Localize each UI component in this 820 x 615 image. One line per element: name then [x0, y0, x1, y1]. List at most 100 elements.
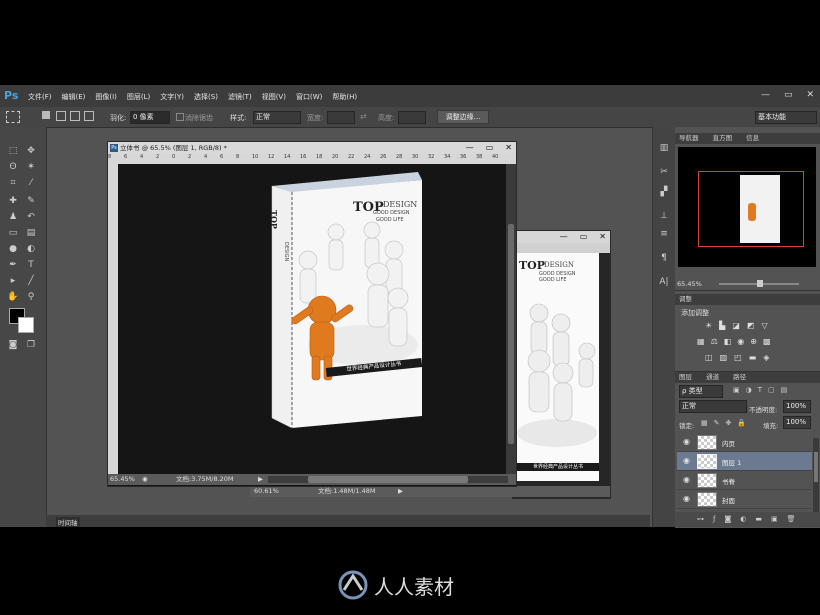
tab-channels[interactable]: 通道 [706, 373, 719, 381]
menu-edit[interactable]: 编辑(E) [62, 92, 86, 102]
marquee-icon[interactable]: ⬚ [6, 144, 20, 158]
close-button[interactable]: ✕ [806, 90, 814, 100]
vertical-scroll-thumb[interactable] [508, 224, 514, 444]
main-title-bar[interactable]: Ps 立体书 @ 65.5% (图层 1, RGB/8) * — ▭ ✕ [108, 142, 516, 154]
fill-input[interactable]: 100% [783, 416, 811, 429]
opacity-input[interactable]: 100% [783, 400, 811, 413]
menu-file[interactable]: 文件(F) [28, 92, 52, 102]
add-selection-icon[interactable] [56, 111, 66, 121]
type-icon[interactable]: T [24, 258, 38, 272]
document-window-secondary[interactable]: — ▭ ✕ TOP DESIGN GOOD DESIGN GOOD LIFE 世… [512, 230, 611, 499]
workspace-select[interactable]: 基本功能 [755, 111, 817, 124]
gradient-map-icon[interactable]: ▬ [749, 353, 757, 362]
menu-select[interactable]: 选择(S) [194, 92, 218, 102]
feather-input[interactable]: 0 像素 [130, 111, 170, 124]
magic-wand-icon[interactable]: ✶ [24, 160, 38, 174]
style-select[interactable]: 正常 [253, 111, 301, 124]
marquee-tool-icon[interactable] [6, 111, 20, 123]
menu-help[interactable]: 帮助(H) [332, 92, 357, 102]
crop-icon[interactable]: ⌗ [6, 176, 20, 190]
lock-transparency-icon[interactable]: ▦ [701, 419, 708, 427]
lock-position-icon[interactable]: ✥ [726, 419, 732, 427]
screen-mode-icon[interactable]: ❐ [24, 338, 38, 352]
paragraph-icon[interactable]: ¶ [657, 251, 671, 265]
secondary-status-arrow-icon[interactable]: ▶ [398, 486, 403, 497]
new-selection-icon[interactable] [42, 111, 50, 119]
character-icon[interactable]: A| [657, 275, 671, 289]
new-layer-icon[interactable]: ▣ [771, 515, 778, 523]
hand-icon[interactable]: ✋ [6, 290, 20, 304]
quick-mask-icon[interactable]: ◙ [6, 338, 20, 352]
menu-filter[interactable]: 滤镜(T) [228, 92, 252, 102]
fx-icon[interactable]: ƒ [713, 515, 715, 523]
move-icon[interactable]: ✥ [24, 144, 38, 158]
photo-filter-icon[interactable]: ◉ [737, 337, 744, 346]
menu-image[interactable]: 图像(I) [95, 92, 117, 102]
zoom-icon[interactable]: ⚲ [24, 290, 38, 304]
main-minimize-button[interactable]: — [466, 142, 474, 154]
navigator-zoom-slider[interactable] [719, 280, 799, 287]
minimize-button[interactable]: — [761, 90, 770, 100]
navigator-slider-handle[interactable] [757, 280, 763, 287]
layer-kind-filter[interactable]: ρ 类型 [679, 385, 723, 398]
dodge-icon[interactable]: ◐ [24, 242, 38, 256]
posterize-icon[interactable]: ▨ [720, 353, 728, 362]
menu-layer[interactable]: 图层(L) [127, 92, 150, 102]
black-white-icon[interactable]: ◧ [724, 337, 732, 346]
color-lookup-icon[interactable]: ▩ [763, 337, 771, 346]
invert-icon[interactable]: ◫ [705, 353, 713, 362]
status-info-icon[interactable]: ◉ [142, 474, 148, 485]
healing-brush-icon[interactable]: ✚ [6, 194, 20, 208]
levels-icon[interactable]: ▙ [719, 321, 725, 330]
layers-scrollbar[interactable] [813, 438, 819, 512]
horizontal-scroll-thumb[interactable] [308, 476, 468, 483]
tab-layers[interactable]: 图层 [679, 373, 692, 381]
maximize-button[interactable]: ▭ [784, 90, 793, 100]
add-mask-icon[interactable]: ◙ [724, 515, 731, 523]
blur-icon[interactable]: ● [6, 242, 20, 256]
filter-smart-icon[interactable]: ▤ [781, 386, 788, 394]
brightness-icon[interactable]: ☀ [705, 321, 712, 330]
antialias-checkbox[interactable] [176, 113, 184, 121]
filter-shape-icon[interactable]: ▢ [768, 386, 775, 394]
channel-mixer-icon[interactable]: ⊕ [750, 337, 757, 346]
subtract-selection-icon[interactable] [70, 111, 80, 121]
color-balance-icon[interactable]: ⚖ [711, 337, 718, 346]
layer-row[interactable]: ◉ 封面 [677, 490, 812, 509]
filter-type-icon[interactable]: T [758, 386, 762, 394]
visibility-eye-icon[interactable]: ◉ [683, 475, 690, 484]
eraser-icon[interactable]: ▭ [6, 226, 20, 240]
background-color-swatch[interactable] [18, 317, 34, 333]
tab-navigator[interactable]: 导航器 [679, 134, 699, 142]
selective-color-icon[interactable]: ◈ [763, 353, 769, 362]
main-zoom[interactable]: 65.45% [110, 474, 135, 485]
vibrance-icon[interactable]: ▽ [761, 321, 767, 330]
swatches-icon[interactable]: ⊥ [657, 209, 671, 223]
layer-row[interactable]: ◉ 内页 [677, 433, 812, 452]
secondary-zoom[interactable]: 60.61% [254, 486, 279, 497]
timeline-tab[interactable]: 时间轴 [56, 517, 80, 527]
tab-histogram[interactable]: 直方图 [713, 134, 733, 142]
height-input[interactable] [398, 111, 426, 124]
curves-icon[interactable]: ◪ [732, 321, 740, 330]
new-group-icon[interactable]: ▬ [755, 515, 762, 523]
layer-row-selected[interactable]: ◉ 图层 1 [677, 452, 812, 471]
intersect-selection-icon[interactable] [84, 111, 94, 121]
menu-view[interactable]: 视图(V) [262, 92, 286, 102]
visibility-eye-icon[interactable]: ◉ [683, 456, 690, 465]
navigator-zoom[interactable]: 65.45% [677, 280, 702, 288]
tab-paths[interactable]: 路径 [733, 373, 746, 381]
brush-preset-icon[interactable]: ▞ [657, 185, 671, 199]
hue-icon[interactable]: ▦ [697, 337, 705, 346]
visibility-eye-icon[interactable]: ◉ [683, 494, 690, 503]
exposure-icon[interactable]: ◩ [747, 321, 755, 330]
lasso-icon[interactable]: ʘ [6, 160, 20, 174]
history-icon[interactable]: ▥ [657, 141, 671, 155]
path-selection-icon[interactable]: ▸ [6, 274, 20, 288]
tab-adjustments[interactable]: 调整 [679, 295, 692, 303]
styles-icon[interactable]: ≡ [657, 227, 671, 241]
secondary-title-bar[interactable]: — ▭ ✕ [513, 231, 610, 243]
eyedropper-icon[interactable]: ⁄ [24, 176, 38, 190]
menu-window[interactable]: 窗口(W) [296, 92, 322, 102]
swap-icon[interactable]: ⇄ [360, 112, 367, 121]
